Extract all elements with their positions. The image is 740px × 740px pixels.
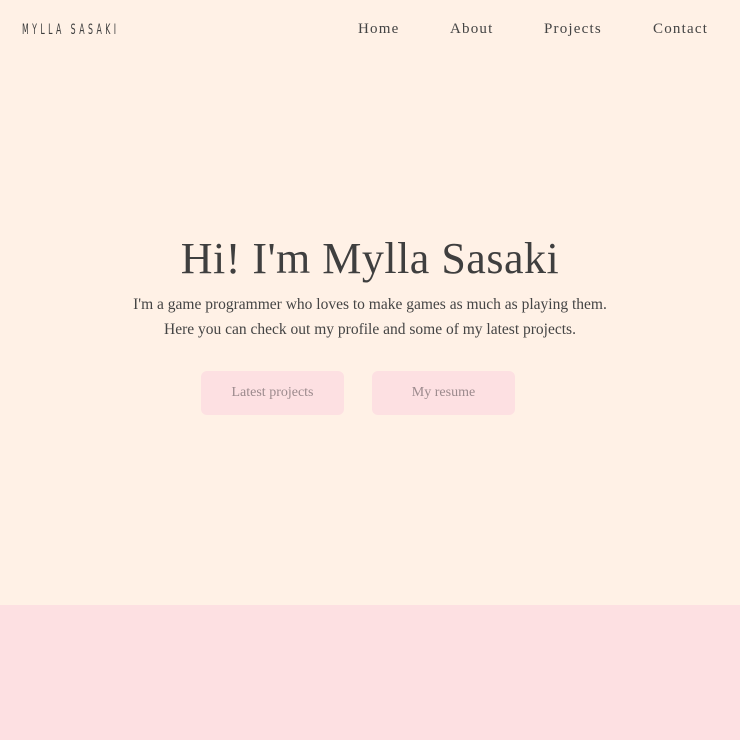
next-section-band — [0, 605, 740, 740]
latest-projects-button[interactable]: Latest projects — [201, 371, 344, 415]
nav-link-home[interactable]: Home — [358, 21, 399, 38]
nav-link-projects[interactable]: Projects — [544, 21, 602, 38]
hero-description-line-1: I'm a game programmer who loves to make … — [133, 296, 607, 313]
hero-description-line-2: Here you can check out my profile and so… — [164, 321, 576, 338]
nav-link-contact[interactable]: Contact — [653, 21, 708, 38]
site-header: MYLLA SASAKI Home About Projects Contact — [0, 0, 740, 62]
hero-title: Hi! I'm Mylla Sasaki — [180, 234, 560, 283]
my-resume-button[interactable]: My resume — [372, 371, 515, 415]
nav-link-about[interactable]: About — [450, 21, 494, 38]
site-logo[interactable]: MYLLA SASAKI — [22, 22, 119, 38]
